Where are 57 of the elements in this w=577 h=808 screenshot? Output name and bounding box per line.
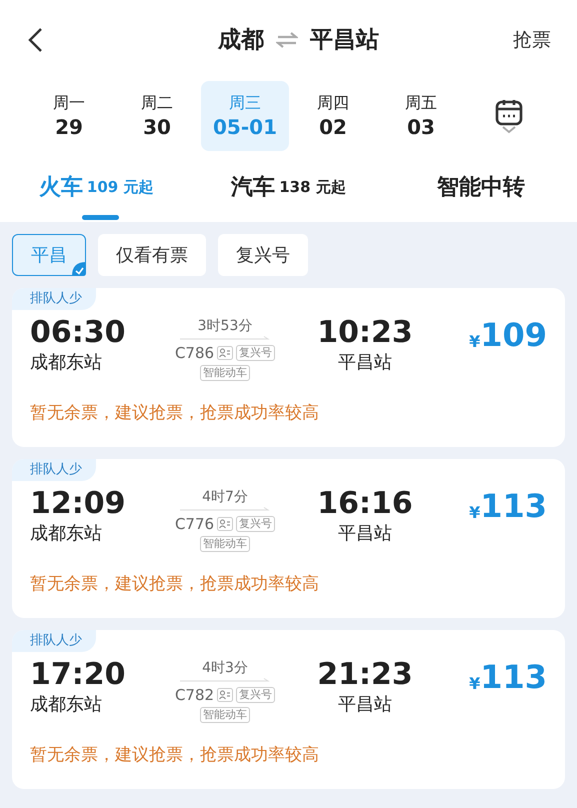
id-card-icon bbox=[217, 346, 234, 360]
train-card[interactable]: 排队人少 12:09 成都东站 4时7分 C776 复兴号 智能动车 16:16 平昌站 ¥113 暂无余票，建议抢票，抢票成功率较高 bbox=[12, 459, 565, 618]
duration: 3时53分 bbox=[198, 317, 252, 336]
departure-station: 成都东站 bbox=[30, 351, 103, 375]
arrival-time: 21:23 bbox=[317, 658, 413, 692]
train-tag: 智能动车 bbox=[200, 536, 250, 552]
departure-station: 成都东站 bbox=[30, 522, 103, 546]
departure-time: 17:20 bbox=[30, 658, 126, 692]
train-number: C786 bbox=[174, 344, 214, 362]
currency-symbol: ¥ bbox=[469, 673, 480, 695]
date-tab[interactable]: 周五 03 bbox=[377, 81, 465, 151]
ticket-notice: 暂无余票，建议抢票，抢票成功率较高 bbox=[29, 402, 320, 425]
queue-badge: 排队人少 bbox=[12, 288, 96, 310]
id-card-icon bbox=[217, 688, 234, 702]
transport-tab[interactable]: 智能中转 bbox=[384, 152, 577, 222]
train-tag: 复兴号 bbox=[236, 345, 276, 361]
ticket-price: 113 bbox=[480, 487, 547, 525]
departure-time: 12:09 bbox=[30, 487, 126, 521]
train-tag: 复兴号 bbox=[236, 687, 276, 703]
currency-symbol: ¥ bbox=[469, 331, 480, 353]
train-tag: 智能动车 bbox=[200, 365, 250, 381]
ticket-price: 109 bbox=[480, 316, 547, 354]
ticket-notice: 暂无余票，建议抢票，抢票成功率较高 bbox=[29, 573, 320, 596]
train-card[interactable]: 排队人少 06:30 成都东站 3时53分 C786 复兴号 智能动车 10:23 平昌站 ¥109 暂无余票，建议抢票，抢票成功率较高 bbox=[12, 288, 565, 447]
departure-time: 06:30 bbox=[30, 316, 126, 350]
destination-city[interactable]: 平昌站 bbox=[310, 22, 379, 58]
tab-underline bbox=[82, 215, 119, 220]
arrival-time: 10:23 bbox=[317, 316, 413, 350]
arrival-station: 平昌站 bbox=[338, 351, 392, 375]
date-tab[interactable]: 周四 02 bbox=[289, 81, 377, 151]
duration: 4时7分 bbox=[202, 488, 248, 507]
calendar-icon[interactable] bbox=[494, 98, 522, 126]
arrival-station: 平昌站 bbox=[338, 522, 392, 546]
train-card[interactable]: 排队人少 17:20 成都东站 4时3分 C782 复兴号 智能动车 21:23 平昌站 ¥113 暂无余票，建议抢票，抢票成功率较高 bbox=[12, 630, 565, 789]
date-tab[interactable]: 周二 30 bbox=[113, 81, 201, 151]
arrival-station: 平昌站 bbox=[338, 693, 392, 717]
ticket-notice: 暂无余票，建议抢票，抢票成功率较高 bbox=[29, 744, 320, 767]
date-tab[interactable]: 周一 29 bbox=[25, 81, 113, 151]
filter-chip[interactable]: 仅看有票 bbox=[98, 234, 206, 276]
departure-station: 成都东站 bbox=[30, 693, 103, 717]
ticket-price: 113 bbox=[480, 658, 547, 696]
id-card-icon bbox=[217, 517, 234, 531]
grab-ticket-link[interactable]: 抢票 bbox=[513, 26, 551, 54]
train-number: C776 bbox=[174, 515, 214, 533]
duration: 4时3分 bbox=[202, 659, 248, 678]
currency-symbol: ¥ bbox=[469, 502, 480, 524]
train-number: C782 bbox=[174, 686, 214, 704]
arrival-time: 16:16 bbox=[317, 487, 413, 521]
back-icon[interactable] bbox=[26, 27, 44, 53]
filter-chip[interactable]: 复兴号 bbox=[218, 234, 308, 276]
transport-tab[interactable]: 汽车 138 元起 bbox=[192, 152, 385, 222]
train-tag: 智能动车 bbox=[200, 707, 250, 723]
queue-badge: 排队人少 bbox=[12, 459, 96, 481]
origin-city[interactable]: 成都 bbox=[218, 22, 264, 58]
check-badge-icon bbox=[72, 262, 86, 276]
queue-badge: 排队人少 bbox=[12, 630, 96, 652]
train-tag: 复兴号 bbox=[236, 516, 276, 532]
